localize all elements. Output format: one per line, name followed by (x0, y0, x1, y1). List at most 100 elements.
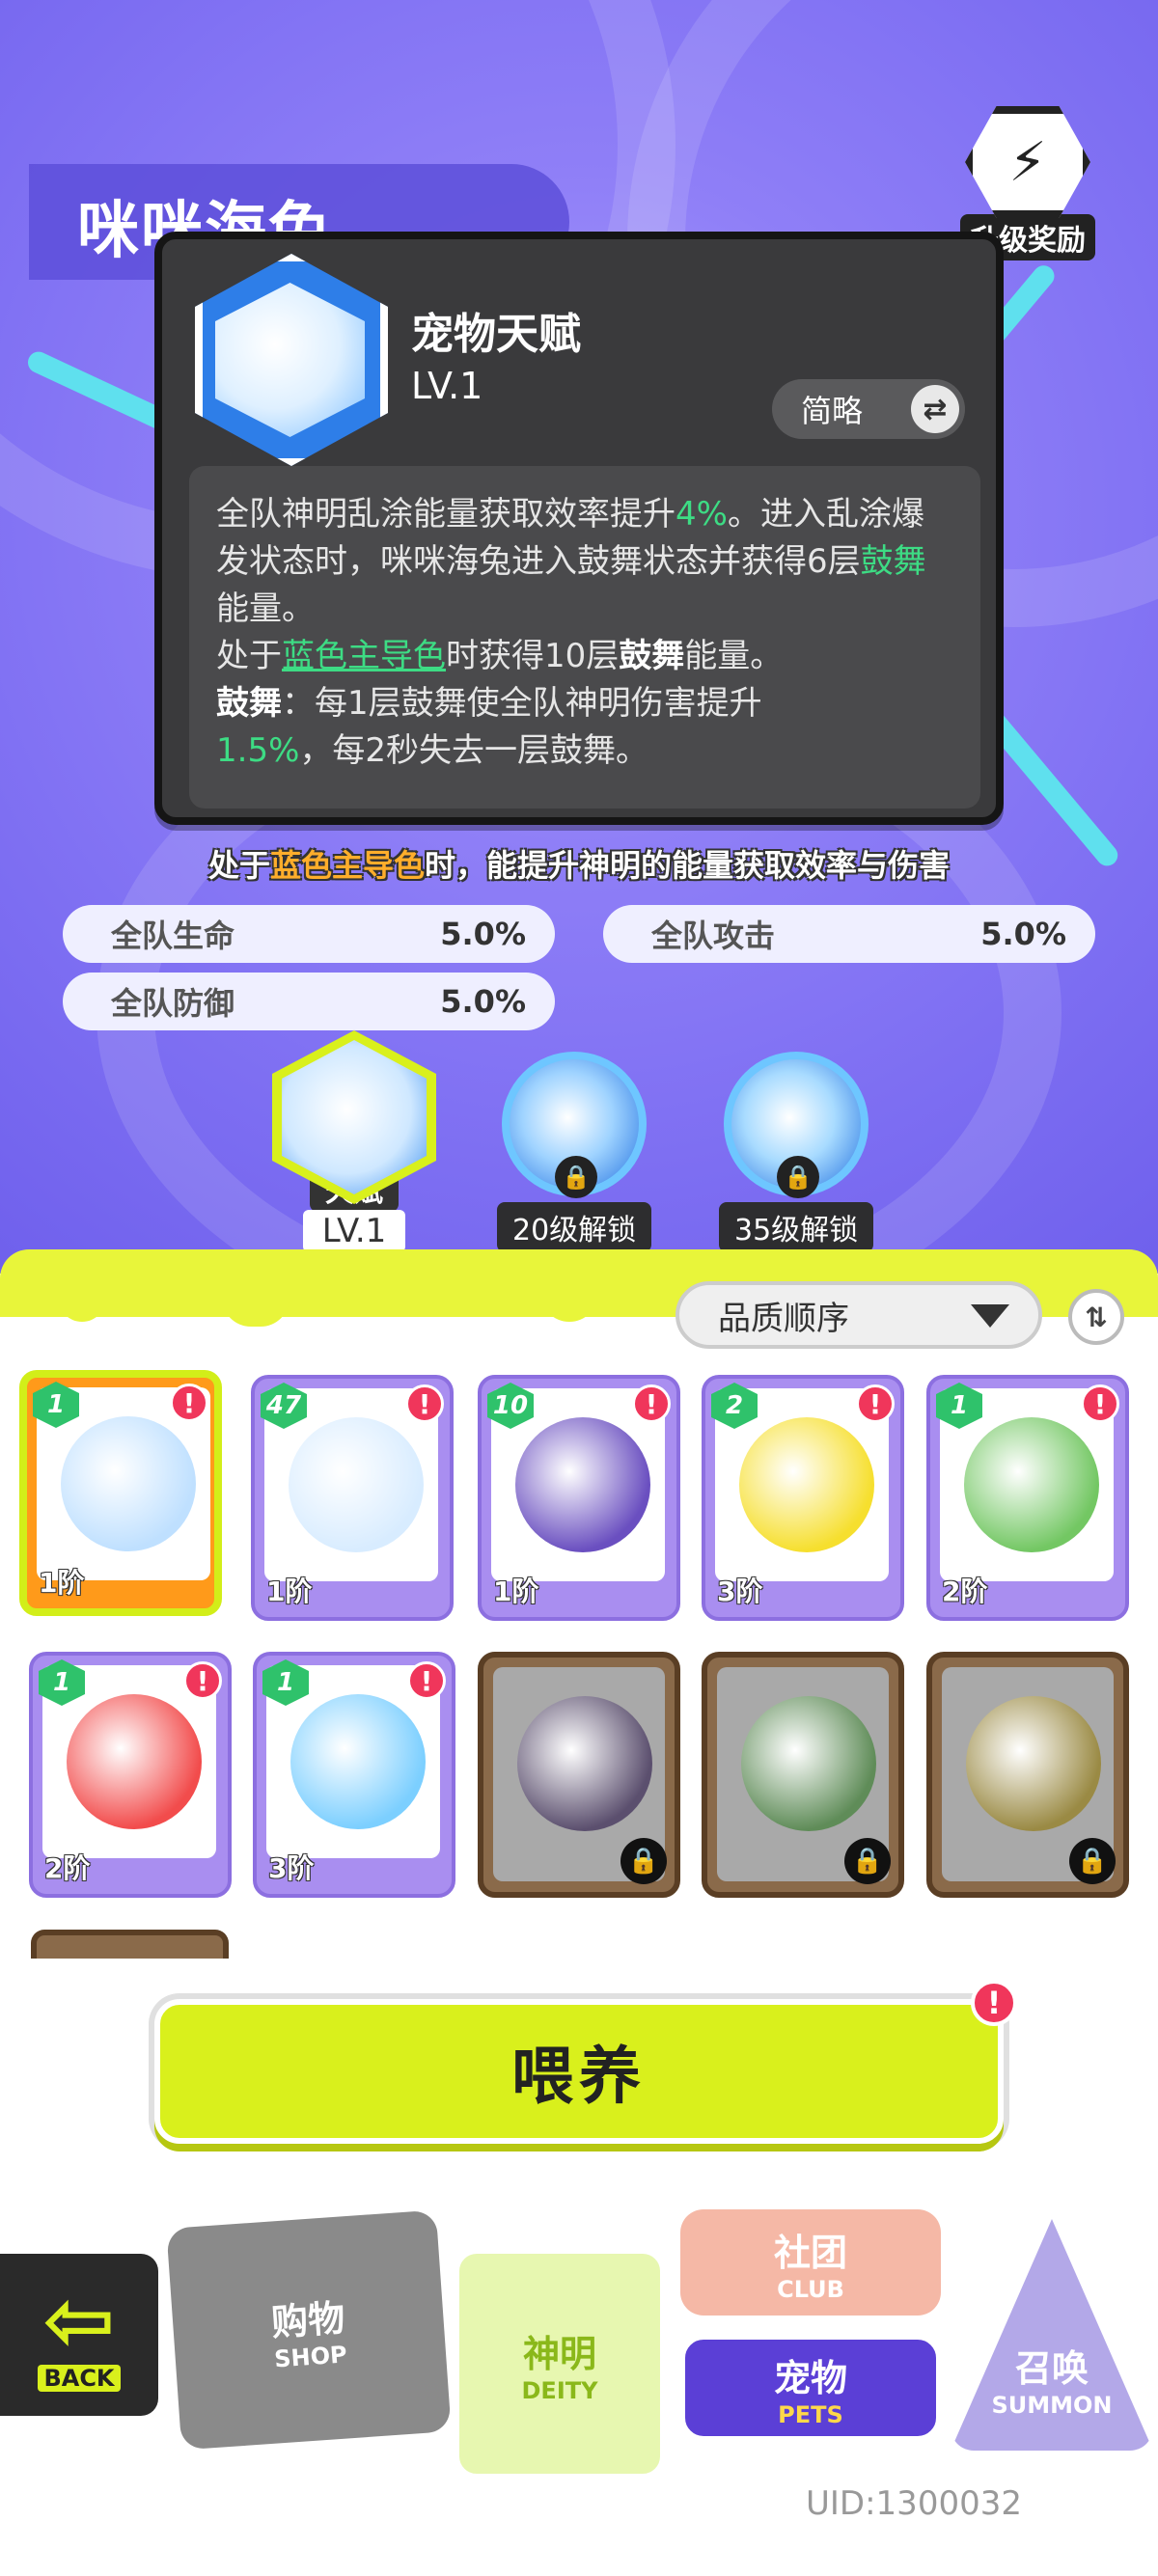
sort-order-button[interactable]: ⇅ (1068, 1289, 1124, 1345)
nav-shop-sub: SHOP (273, 2340, 348, 2373)
nav-deity[interactable]: 神明 DEITY (454, 2248, 666, 2480)
skill-talent[interactable]: 天赋 LV.1 (272, 1030, 436, 1252)
sort-dropdown[interactable]: 品质顺序 (676, 1281, 1042, 1349)
skill-locked-35[interactable]: 🔒 35级解锁 (719, 1052, 874, 1252)
pet-card[interactable]: 10 ! 1阶 (478, 1375, 680, 1621)
alert-badge: ! (971, 1980, 1017, 2026)
back-button[interactable]: ⇦ BACK (0, 2248, 164, 2422)
pet-art (290, 1694, 426, 1829)
stat-value: 5.0% (440, 983, 526, 1020)
pet-art (67, 1694, 202, 1829)
nav-club-sub: CLUB (777, 2275, 844, 2303)
stat-label: 全队生命 (111, 918, 235, 954)
nav-club[interactable]: 社团 CLUB (680, 2209, 941, 2316)
sort-label: 品质顺序 (718, 1299, 849, 1338)
alert-badge: ! (856, 1384, 895, 1423)
pet-card-locked[interactable]: 🔒 (702, 1652, 904, 1898)
desc-text: 能量。 (684, 637, 784, 675)
desc-keyword: 鼓舞 (619, 637, 685, 675)
stat-team-def: 全队防御 5.0% (63, 973, 555, 1030)
summary-toggle-button[interactable]: 简略 ⇄ (772, 379, 965, 439)
pet-rank: 1阶 (39, 1567, 85, 1599)
nav-pets[interactable]: 宠物 PETS (680, 2335, 941, 2441)
pet-card[interactable]: 1 ! 2阶 (29, 1652, 232, 1898)
desc-keyword-link[interactable]: 蓝色主导色 (282, 637, 446, 675)
stat-team-hp: 全队生命 5.0% (63, 905, 555, 963)
pet-art (61, 1416, 196, 1551)
feed-button[interactable]: 喂养 (154, 1999, 1004, 2144)
skill-locked-20[interactable]: 🔒 20级解锁 (497, 1052, 652, 1252)
stat-label: 全队攻击 (651, 918, 776, 954)
talent-title: 宠物天赋 (411, 310, 581, 359)
talent-tooltip: 宠物天赋 LV.1 简略 ⇄ 全队神明乱涂能量获取效率提升4%。进入乱涂爆发状态… (154, 232, 1004, 825)
desc-keyword: 鼓舞 (216, 684, 282, 723)
alert-badge: ! (405, 1384, 444, 1423)
pet-card-locked[interactable]: 🔒 (926, 1652, 1129, 1898)
desc-text: 处于 (216, 637, 282, 675)
skill-level: LV.1 (302, 1210, 406, 1252)
alert-badge: ! (170, 1384, 208, 1422)
nav-club-label: 社团 (773, 2231, 847, 2274)
nav-pets-label: 宠物 (773, 2356, 847, 2399)
back-arrow-icon: ⇦ (42, 2270, 116, 2371)
talent-description: 全队神明乱涂能量获取效率提升4%。进入乱涂爆发状态时，咪咪海兔进入鼓舞状态并获得… (189, 466, 980, 808)
pet-rank: 3阶 (268, 1852, 315, 1884)
unlock-label: 20级解锁 (497, 1202, 652, 1252)
stat-label: 全队防御 (111, 985, 235, 1022)
pet-rank: 2阶 (44, 1852, 91, 1884)
lock-icon: 🔒 (844, 1838, 891, 1884)
pet-card[interactable]: 1 ! 2阶 (926, 1375, 1129, 1621)
banner-text: 时，能提升神明的能量获取效率与伤害 (425, 847, 951, 884)
pet-rank: 2阶 (942, 1576, 988, 1607)
lock-icon: 🔒 (777, 1156, 819, 1198)
lock-icon: 🔒 (1069, 1838, 1116, 1884)
swap-icon: ⇄ (911, 385, 959, 433)
pet-rank: 1阶 (493, 1576, 539, 1607)
nav-summon-sub: SUMMON (991, 2391, 1113, 2419)
stat-value: 5.0% (980, 916, 1066, 952)
pet-card[interactable]: 1 ! 1阶 (19, 1370, 222, 1616)
unlock-label: 35级解锁 (719, 1202, 874, 1252)
nav-summon-label: 召唤 (1014, 2346, 1089, 2390)
desc-text: 全队神明乱涂能量获取效率提升 (216, 495, 676, 534)
desc-highlight: 鼓舞 (860, 542, 926, 581)
pet-art (964, 1417, 1099, 1552)
pet-card-partial (31, 1930, 229, 1959)
pet-rank: 3阶 (717, 1576, 763, 1607)
pet-card[interactable]: 2 ! 3阶 (702, 1375, 904, 1621)
pet-card[interactable]: 1 ! 3阶 (253, 1652, 455, 1898)
pet-art (515, 1417, 650, 1552)
alert-badge: ! (407, 1661, 446, 1700)
nav-pets-sub: PETS (778, 2400, 843, 2428)
user-id: UID:1300032 (806, 2484, 1022, 2523)
banner-text: 处于 (207, 847, 270, 884)
color-bonus-banner: 处于蓝色主导色时，能提升神明的能量获取效率与伤害 (0, 841, 1158, 886)
summary-label: 简略 (801, 393, 864, 429)
back-label: BACK (38, 2365, 121, 2392)
desc-text: ：每1层鼓舞使全队神明伤害提升 (282, 684, 762, 723)
desc-highlight: 4% (676, 495, 728, 534)
alert-badge: ! (183, 1661, 222, 1700)
nav-deity-label: 神明 (522, 2332, 596, 2375)
nav-shop-label: 购物 (269, 2295, 346, 2344)
pet-card-locked[interactable]: 🔒 (478, 1652, 680, 1898)
desc-highlight: 1.5% (216, 731, 300, 770)
level-reward-icon: ⚡ (965, 106, 1090, 218)
banner-keyword: 蓝色主导色 (269, 847, 425, 884)
pet-art (517, 1696, 652, 1831)
alert-badge: ! (632, 1384, 671, 1423)
nav-deity-sub: DEITY (521, 2376, 598, 2404)
pet-art (741, 1696, 876, 1831)
lock-icon: 🔒 (620, 1838, 667, 1884)
stat-value: 5.0% (440, 916, 526, 952)
pet-card[interactable]: 47 ! 1阶 (251, 1375, 454, 1621)
pet-art (289, 1417, 424, 1552)
pet-art (966, 1696, 1101, 1831)
nav-shop[interactable]: 购物 SHOP (166, 2209, 452, 2451)
stat-team-atk: 全队攻击 5.0% (603, 905, 1095, 963)
talent-level: LV.1 (411, 365, 483, 407)
desc-text: ，每2秒失去一层鼓舞。 (299, 731, 649, 770)
pet-rank: 1阶 (266, 1576, 313, 1607)
chevron-down-icon (971, 1304, 1009, 1328)
sort-order-icon: ⇅ (1085, 1301, 1108, 1333)
